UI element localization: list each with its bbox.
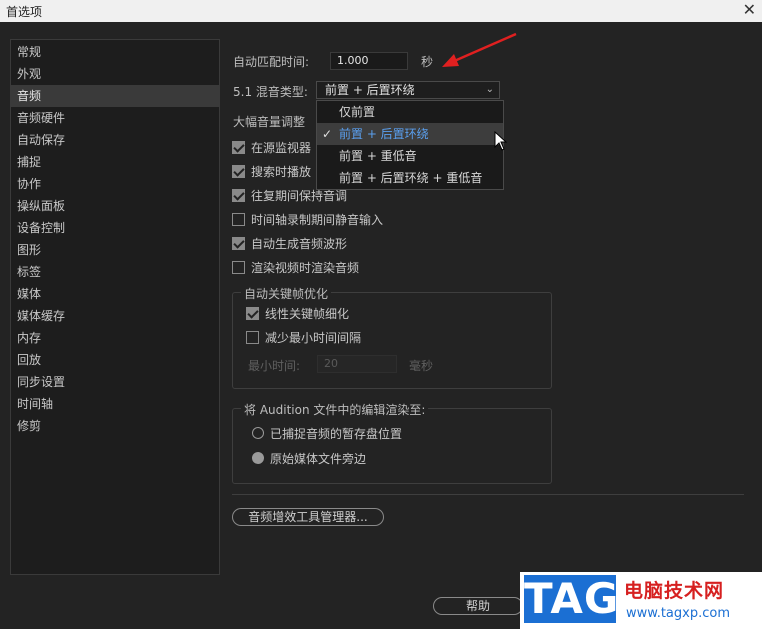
mouse-cursor-icon	[494, 131, 508, 151]
radio-button[interactable]	[252, 427, 264, 439]
checkbox-label: 在源监视器	[251, 140, 312, 155]
sidebar-item-graphics[interactable]: 图形	[11, 239, 219, 261]
sidebar-item-labels[interactable]: 标签	[11, 261, 219, 283]
sidebar-item-auto-save[interactable]: 自动保存	[11, 129, 219, 151]
checkbox-row-linear-keyframe[interactable]: 线性关键帧细化	[246, 304, 349, 322]
sidebar-item-collaboration[interactable]: 协作	[11, 173, 219, 195]
checkbox-row-auto-waveforms[interactable]: 自动生成音频波形	[232, 234, 347, 252]
checkbox-row-scrub-playback[interactable]: 搜索时播放	[232, 162, 311, 180]
large-volume-label: 大幅音量调整	[233, 115, 306, 129]
help-button[interactable]: 帮助	[433, 597, 523, 615]
window-title: 首选项	[6, 5, 43, 19]
mix-type-dropdown: 仅前置 ✓ 前置 + 后置环绕 前置 + 重低音 前置 + 后置环绕 + 重低音	[316, 100, 504, 190]
mix-type-value: 前置 + 后置环绕	[325, 83, 415, 97]
keyframe-group-title: 自动关键帧优化	[241, 285, 332, 302]
mix-option-label: 前置 + 后置环绕 + 重低音	[339, 171, 483, 185]
checkbox-label: 渲染视频时渲染音频	[251, 260, 360, 275]
checkbox[interactable]	[246, 306, 259, 320]
checkbox-label: 减少最小时间间隔	[265, 330, 362, 345]
checkbox[interactable]	[232, 188, 245, 202]
sidebar-item-memory[interactable]: 内存	[11, 327, 219, 349]
section-divider	[232, 494, 744, 495]
radio-row-beside-original[interactable]: 原始媒体文件旁边	[252, 449, 366, 467]
radio-row-scratch-disk[interactable]: 已捕捉音频的暂存盘位置	[252, 424, 402, 442]
watermark-url: www.tagxp.com	[626, 606, 730, 621]
close-icon[interactable]: ✕	[743, 1, 756, 19]
checkbox[interactable]	[232, 260, 245, 274]
sidebar-item-device-control[interactable]: 设备控制	[11, 217, 219, 239]
checkbox-label: 线性关键帧细化	[265, 306, 350, 321]
sidebar-item-media[interactable]: 媒体	[11, 283, 219, 305]
checkbox-row-reduce-min-time[interactable]: 减少最小时间间隔	[246, 328, 361, 346]
auto-match-time-input[interactable]: 1.000	[330, 52, 408, 70]
window-titlebar: 首选项 ✕	[0, 0, 762, 22]
auto-match-time-label: 自动匹配时间:	[233, 55, 310, 69]
sidebar-item-appearance[interactable]: 外观	[11, 63, 219, 85]
checkbox[interactable]	[246, 330, 259, 344]
category-sidebar: 常规 外观 音频 音频硬件 自动保存 捕捉 协作 操纵面板 设备控制 图形 标签…	[10, 39, 220, 575]
checkbox[interactable]	[232, 212, 245, 226]
sidebar-item-control-surface[interactable]: 操纵面板	[11, 195, 219, 217]
mix-option-front-rear-surround[interactable]: ✓ 前置 + 后置环绕	[317, 123, 503, 145]
render-group-title: 将 Audition 文件中的编辑渲染至:	[241, 401, 429, 418]
checkbox-row-render-audio[interactable]: 渲染视频时渲染音频	[232, 258, 359, 276]
sidebar-item-trim[interactable]: 修剪	[11, 415, 219, 437]
mix-option-front-rear-subwoofer[interactable]: 前置 + 后置环绕 + 重低音	[317, 167, 503, 189]
auto-match-time-unit: 秒	[421, 55, 434, 69]
mix-option-front-subwoofer[interactable]: 前置 + 重低音	[317, 145, 503, 167]
mix-option-front-only[interactable]: 仅前置	[317, 101, 503, 123]
checkbox[interactable]	[232, 140, 245, 154]
checkbox-row-source-monitor[interactable]: 在源监视器	[232, 138, 311, 156]
sidebar-item-playback[interactable]: 回放	[11, 349, 219, 371]
render-audition-group: 将 Audition 文件中的编辑渲染至:	[232, 401, 552, 484]
chevron-down-icon: ⌄	[485, 84, 494, 95]
checkbox-label: 时间轴录制期间静音输入	[251, 212, 384, 227]
radio-label: 已捕捉音频的暂存盘位置	[270, 426, 403, 441]
annotation-arrow-icon	[442, 32, 517, 67]
sidebar-item-capture[interactable]: 捕捉	[11, 151, 219, 173]
sidebar-item-audio-hardware[interactable]: 音频硬件	[11, 107, 219, 129]
min-time-label: 最小时间:	[248, 359, 301, 373]
checkbox-row-mute-input[interactable]: 时间轴录制期间静音输入	[232, 210, 383, 228]
mix-type-label: 5.1 混音类型:	[233, 85, 308, 99]
audio-plugin-manager-button[interactable]: 音频增效工具管理器...	[232, 508, 384, 526]
sidebar-item-audio[interactable]: 音频	[11, 85, 219, 107]
mix-option-label: 仅前置	[339, 105, 376, 119]
checkbox-label: 自动生成音频波形	[251, 236, 348, 251]
mix-type-select[interactable]: 前置 + 后置环绕 ⌄	[316, 81, 500, 99]
min-time-unit: 毫秒	[409, 359, 434, 373]
radio-label: 原始媒体文件旁边	[270, 451, 367, 466]
sidebar-item-media-cache[interactable]: 媒体缓存	[11, 305, 219, 327]
min-time-input[interactable]: 20	[317, 355, 397, 373]
checkbox[interactable]	[232, 236, 245, 250]
watermark-title: 电脑技术网	[624, 580, 725, 602]
sidebar-item-general[interactable]: 常规	[11, 41, 219, 63]
mix-option-label: 前置 + 重低音	[339, 149, 417, 163]
radio-button[interactable]	[252, 452, 264, 464]
mix-option-label: 前置 + 后置环绕	[339, 127, 429, 141]
sidebar-item-sync-settings[interactable]: 同步设置	[11, 371, 219, 393]
checkbox[interactable]	[232, 164, 245, 178]
sidebar-item-timeline[interactable]: 时间轴	[11, 393, 219, 415]
check-icon: ✓	[322, 127, 333, 141]
checkbox-label: 搜索时播放	[251, 164, 312, 179]
watermark: TAG 电脑技术网 www.tagxp.com	[520, 572, 762, 629]
watermark-logo: TAG	[524, 574, 620, 623]
